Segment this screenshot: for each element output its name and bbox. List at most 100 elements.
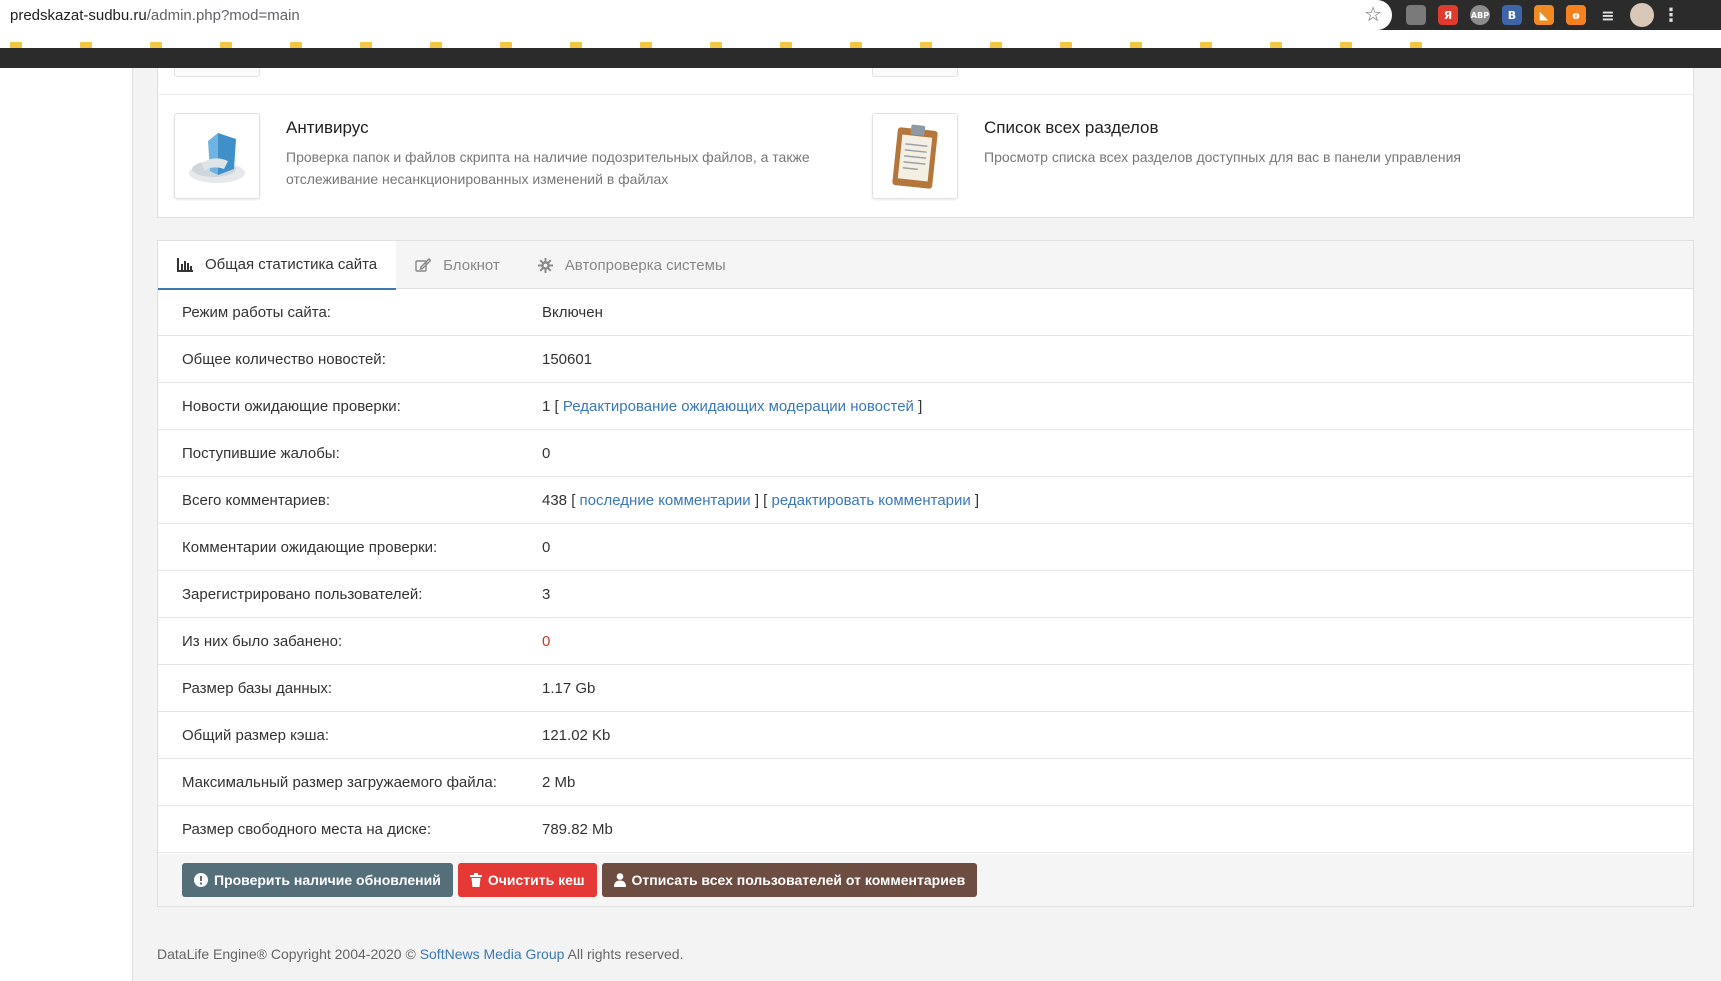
rss-icon[interactable]: ◣ [1534, 5, 1554, 25]
softnews-link[interactable]: SoftNews Media Group [420, 946, 565, 962]
statistics-table: Режим работы сайта: Включен Общее количе… [158, 289, 1693, 853]
button-label: Очистить кеш [487, 872, 585, 888]
stat-label: Режим работы сайта: [182, 303, 331, 321]
stat-label: Поступившие жалобы: [182, 444, 340, 462]
unsubscribe-users-button[interactable]: Отписать всех пользователей от комментар… [601, 863, 978, 897]
stat-value: 2 Mb [542, 773, 576, 791]
check-updates-button[interactable]: Проверить наличие обновлений [182, 863, 453, 897]
quick-links-panel: Антивирус Проверка папок и файлов скрипт… [157, 68, 1694, 218]
tab-label: Автопроверка системы [564, 256, 726, 274]
table-row: Комментарии ожидающие проверки: 0 [158, 524, 1693, 571]
tab-label: Общая статистика сайта [205, 256, 378, 273]
browser-menu-icon[interactable]: ⋮ [1662, 5, 1680, 26]
tab-label: Блокнот [443, 256, 500, 274]
exclamation-circle-icon [194, 873, 208, 887]
quick-thumb-cut [872, 68, 958, 77]
statistics-panel: Общая статистика сайта Блокнот Автопрове… [157, 240, 1694, 907]
table-row: Зарегистрировано пользователей: 3 [158, 571, 1693, 618]
odnoklassniki-icon[interactable]: ө [1566, 5, 1586, 25]
tab-notepad[interactable]: Блокнот [396, 241, 519, 289]
divider [158, 94, 1693, 95]
description-line: Проверка папок и файлов скрипта на налич… [286, 149, 810, 165]
table-row: Из них было забанено: 0 [158, 618, 1693, 665]
sidebar [0, 68, 133, 981]
adblock-icon[interactable]: ABP [1470, 5, 1490, 25]
stat-label: Максимальный размер загружаемого файла: [182, 773, 497, 791]
clear-cache-button[interactable]: Очистить кеш [457, 863, 597, 897]
latest-comments-link[interactable]: последние комментарии [580, 492, 751, 509]
extensions-bar: Я ABP B ◣ ө ≡ ⋮ [1398, 0, 1721, 30]
quick-link-all-sections[interactable]: Список всех разделов Просмотр списка все… [872, 113, 1672, 201]
stat-label: Размер свободного места на диске: [182, 820, 432, 838]
edit-pending-news-link[interactable]: Редактирование ожидающих модерации новос… [563, 398, 914, 415]
footer: DataLife Engine® Copyright 2004-2020 © S… [157, 946, 683, 962]
profile-avatar[interactable] [1630, 3, 1654, 27]
stat-value: 789.82 Mb [542, 820, 613, 838]
url-host: predskazat-sudbu.ru [10, 6, 147, 24]
stat-value: 438 [542, 491, 568, 509]
table-row: Всего комментариев: 438 [ последние комм… [158, 477, 1693, 524]
footer-rights: All rights reserved. [567, 946, 684, 962]
quick-link-antivirus[interactable]: Антивирус Проверка папок и файлов скрипт… [174, 113, 864, 201]
playlist-icon[interactable]: ≡ [1598, 5, 1618, 25]
stat-label: Новости ожидающие проверки: [182, 397, 401, 415]
user-icon [613, 873, 626, 887]
stat-label: Всего комментариев: [182, 491, 331, 509]
quick-link-title[interactable]: Антивирус [286, 118, 369, 138]
page-header-strip [0, 48, 1721, 68]
edit-comments-link[interactable]: редактировать комментарии [772, 492, 971, 509]
extension-icon[interactable] [1406, 5, 1426, 25]
stat-label: Зарегистрировано пользователей: [182, 585, 423, 603]
stat-label: Размер базы данных: [182, 679, 333, 697]
tab-site-statistics[interactable]: Общая статистика сайта [158, 241, 397, 290]
stat-value: Включен [542, 303, 603, 321]
stat-value-group: 1 [ Редактирование ожидающих модерации н… [542, 397, 923, 415]
stat-value-group: 438 [ последние комментарии ] [ редактир… [542, 491, 980, 509]
table-row: Режим работы сайта: Включен [158, 289, 1693, 336]
edit-icon [415, 258, 432, 272]
table-row: Общее количество новостей: 150601 [158, 336, 1693, 383]
table-row: Новости ожидающие проверки: 1 [ Редактир… [158, 383, 1693, 430]
stat-value: 121.02 Kb [542, 726, 611, 744]
table-row: Размер свободного места на диске: 789.82… [158, 806, 1693, 853]
table-row: Максимальный размер загружаемого файла: … [158, 759, 1693, 806]
stat-label: Комментарии ожидающие проверки: [182, 538, 438, 556]
stat-value: 0 [542, 632, 551, 650]
bookmark-star-icon[interactable]: ☆ [1364, 4, 1382, 26]
description-line: отслеживание несанкционированных изменен… [286, 171, 669, 187]
stat-value: 1.17 Gb [542, 679, 596, 697]
url-path: /admin.php?mod=main [146, 6, 300, 24]
yandex-icon[interactable]: Я [1438, 5, 1458, 25]
button-label: Проверить наличие обновлений [214, 872, 441, 888]
gear-icon [537, 257, 553, 273]
quick-link-title[interactable]: Список всех разделов [984, 118, 1158, 138]
button-label: Отписать всех пользователей от комментар… [631, 872, 966, 888]
vk-icon[interactable]: B [1502, 5, 1522, 25]
address-url[interactable]: predskazat-sudbu.ru/admin.php?mod=main [0, 7, 300, 24]
clipboard-icon[interactable] [872, 113, 958, 199]
stat-value: 3 [542, 585, 551, 603]
stat-label: Из них было забанено: [182, 632, 343, 650]
address-bar[interactable]: predskazat-sudbu.ru/admin.php?mod=main ☆ [0, 0, 1392, 30]
bar-chart-icon [177, 257, 193, 272]
trash-icon [469, 873, 482, 887]
table-row: Поступившие жалобы: 0 [158, 430, 1693, 477]
tab-system-check[interactable]: Автопроверка системы [519, 241, 745, 289]
stat-value: 0 [542, 444, 551, 462]
quick-link-description: Проверка папок и файлов скрипта на налич… [286, 146, 810, 190]
stat-value: 0 [542, 538, 551, 556]
bookmarks-bar [0, 30, 1721, 68]
stat-label: Общее количество новостей: [182, 350, 386, 368]
description-line: Просмотр списка всех разделов доступных … [984, 149, 1461, 165]
stat-value: 150601 [542, 350, 593, 368]
browser-toolbar: predskazat-sudbu.ru/admin.php?mod=main ☆… [0, 0, 1721, 30]
tab-bar: Общая статистика сайта Блокнот Автопрове… [158, 241, 1693, 290]
stat-value: 1 [542, 397, 551, 415]
quick-link-description: Просмотр списка всех разделов доступных … [984, 146, 1461, 168]
table-row: Общий размер кэша: 121.02 Kb [158, 712, 1693, 759]
table-row: Размер базы данных: 1.17 Gb [158, 665, 1693, 712]
quick-thumb-cut [174, 68, 260, 77]
antivirus-icon[interactable] [174, 113, 260, 199]
actions-bar: Проверить наличие обновлений Очистить ке… [158, 854, 1693, 906]
footer-copyright: DataLife Engine® Copyright 2004-2020 © [157, 946, 416, 962]
